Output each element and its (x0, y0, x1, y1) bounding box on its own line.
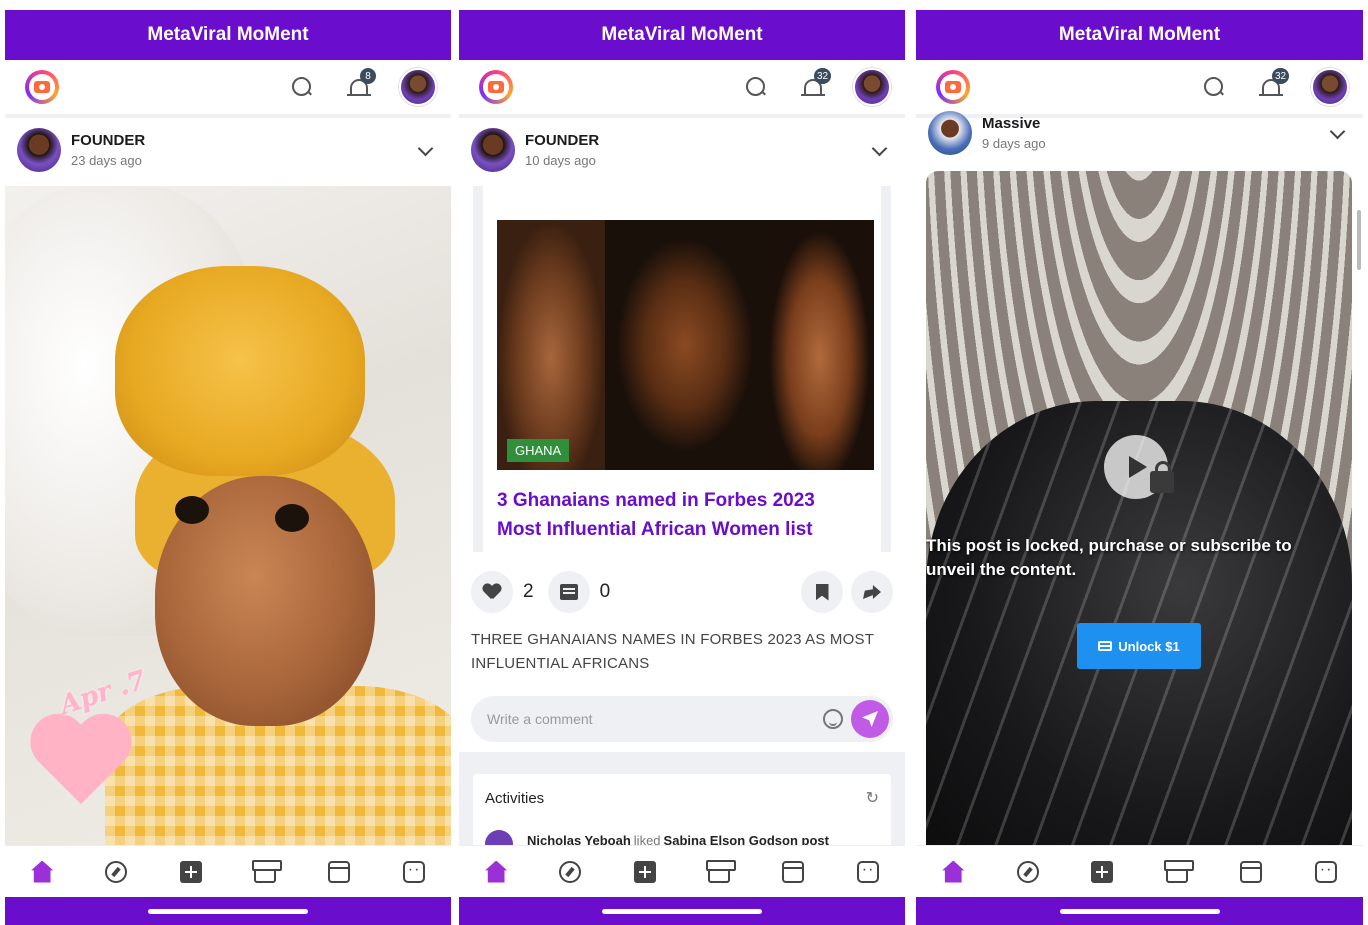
store-icon[interactable] (706, 859, 737, 883)
phone-screen-3: MetaViral MoMent 32 Massive 9 days ago T… (916, 10, 1363, 925)
messages-icon[interactable] (856, 860, 879, 883)
system-home-bar (916, 897, 1363, 925)
post-header: FOUNDER 10 days ago (459, 118, 905, 182)
reels-icon[interactable] (328, 860, 351, 883)
author-name[interactable]: FOUNDER (525, 132, 599, 149)
search-icon[interactable] (1203, 76, 1225, 98)
post-header: Massive 9 days ago (916, 110, 1363, 156)
author-name[interactable]: FOUNDER (71, 132, 145, 149)
bottom-nav (916, 845, 1363, 897)
post-photo[interactable]: Apr .7 (5, 186, 451, 846)
system-home-bar (5, 897, 451, 925)
comment-icon (559, 584, 578, 600)
camera-logo-icon[interactable] (479, 70, 513, 104)
post-time: 10 days ago (525, 153, 596, 168)
messages-icon[interactable] (1314, 860, 1337, 883)
top-nav: 8 (5, 60, 451, 118)
post-caption: THREE GHANAIANS NAMES IN FORBES 2023 AS … (471, 631, 874, 672)
post-actions: 2 0 (471, 570, 893, 614)
notifications-icon[interactable]: 32 (801, 68, 832, 100)
notification-badge: 8 (360, 68, 376, 84)
chevron-down-icon[interactable] (417, 140, 434, 156)
notification-badge: 32 (814, 68, 832, 84)
notifications-icon[interactable]: 8 (347, 68, 376, 100)
home-icon[interactable] (942, 860, 965, 883)
phone-screen-1: MetaViral MoMent 8 FOUNDER 23 days ago A… (5, 10, 451, 925)
compass-icon[interactable] (1016, 860, 1039, 883)
news-headline[interactable]: 3 Ghanaians named in Forbes 2023 Most In… (497, 486, 857, 544)
scrollbar[interactable] (1357, 210, 1361, 270)
reels-icon[interactable] (1240, 860, 1263, 883)
author-avatar[interactable] (928, 111, 972, 155)
unlock-label: Unlock $1 (1118, 638, 1180, 654)
home-icon[interactable] (31, 860, 54, 883)
store-icon[interactable] (1163, 859, 1194, 883)
comment-button[interactable] (547, 571, 590, 613)
messages-icon[interactable] (402, 860, 425, 883)
refresh-icon[interactable]: ↻ (866, 788, 879, 808)
notification-badge: 32 (1272, 68, 1290, 84)
system-home-bar (459, 897, 905, 925)
profile-avatar[interactable] (853, 68, 891, 106)
home-icon[interactable] (485, 860, 508, 883)
app-title: MetaViral MoMent (5, 10, 451, 60)
store-icon[interactable] (252, 859, 283, 883)
add-icon[interactable] (1091, 860, 1114, 883)
locked-video[interactable]: This post is locked, purchase or subscri… (926, 171, 1352, 851)
post-time: 23 days ago (71, 153, 142, 168)
comment-box (471, 696, 893, 742)
bookmark-icon (815, 583, 829, 601)
share-button[interactable] (851, 571, 893, 613)
search-icon[interactable] (745, 76, 767, 98)
like-count: 2 (523, 581, 534, 602)
compass-icon[interactable] (105, 860, 128, 883)
activities-section: Activities ↻ Nicholas Yeboah liked Sabin… (459, 752, 905, 858)
compass-icon[interactable] (559, 860, 582, 883)
link-preview-card[interactable]: GHANA 3 Ghanaians named in Forbes 2023 M… (459, 186, 905, 552)
post-time: 9 days ago (982, 136, 1046, 151)
post-header: FOUNDER 23 days ago (5, 118, 451, 182)
add-icon[interactable] (633, 860, 656, 883)
heart-icon (483, 584, 501, 600)
author-avatar[interactable] (471, 128, 515, 172)
comment-count: 0 (599, 581, 611, 602)
send-button[interactable] (851, 700, 889, 738)
comment-input[interactable] (487, 711, 823, 727)
chevron-down-icon[interactable] (1329, 123, 1346, 139)
phone-screen-2: MetaViral MoMent 32 FOUNDER 10 days ago … (459, 10, 905, 925)
bottom-nav (5, 845, 451, 897)
emoji-icon[interactable] (823, 709, 843, 729)
author-name[interactable]: Massive (982, 115, 1046, 132)
like-button[interactable] (471, 571, 513, 613)
bottom-nav (459, 845, 905, 897)
top-nav: 32 (459, 60, 905, 118)
reels-icon[interactable] (782, 860, 805, 883)
lock-icon (1150, 461, 1174, 493)
notifications-icon[interactable]: 32 (1259, 68, 1290, 100)
news-image[interactable]: GHANA (497, 220, 874, 470)
profile-avatar[interactable] (399, 68, 437, 106)
app-title: MetaViral MoMent (916, 10, 1363, 60)
country-tag: GHANA (507, 439, 570, 462)
app-title: MetaViral MoMent (459, 10, 905, 60)
locked-message: This post is locked, purchase or subscri… (926, 536, 1292, 579)
search-icon[interactable] (291, 76, 313, 98)
camera-logo-icon[interactable] (936, 70, 970, 104)
profile-avatar[interactable] (1311, 68, 1349, 106)
activities-title: Activities (485, 789, 545, 807)
add-icon[interactable] (179, 860, 202, 883)
heart-sticker-icon (33, 716, 133, 811)
chevron-down-icon[interactable] (871, 140, 888, 156)
unlock-button[interactable]: Unlock $1 (1077, 623, 1201, 669)
camera-logo-icon[interactable] (25, 70, 59, 104)
credit-card-icon (1098, 641, 1113, 651)
share-icon (863, 585, 881, 599)
send-icon (862, 711, 878, 727)
author-avatar[interactable] (17, 128, 61, 172)
bookmark-button[interactable] (801, 571, 843, 613)
